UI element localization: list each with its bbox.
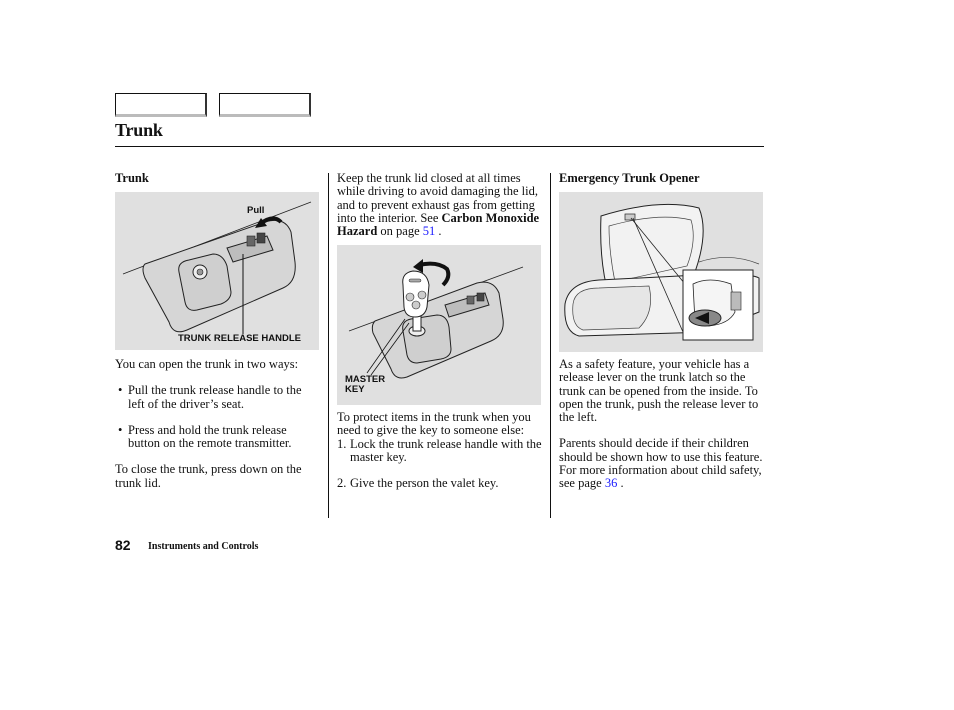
section-heading-trunk: Trunk [115, 171, 149, 185]
nav-button-next[interactable] [219, 93, 311, 117]
step-number: 2. [337, 476, 347, 491]
page-number: 82 [115, 537, 131, 553]
parents-text: Parents should decide if their children … [559, 436, 763, 464]
right-column-top: Emergency Trunk Opener [559, 171, 765, 185]
trunk-release-handle-figure: Pull TRUNK RELEASE HANDLE [115, 192, 319, 350]
protect-intro-text: To protect items in the trunk when you n… [337, 410, 531, 438]
emergency-trunk-opener-figure [559, 192, 763, 352]
page-title: Trunk [115, 120, 163, 140]
left-body: You can open the trunk in two ways: Pull… [115, 357, 320, 490]
master-key-label-line2: KEY [345, 384, 365, 395]
step-number: 1. [337, 436, 347, 451]
period: . [435, 224, 442, 239]
column-divider [550, 173, 551, 518]
section-name: Instruments and Controls [148, 541, 259, 552]
column-divider [328, 173, 329, 518]
trunk-handle-illustration [122, 201, 312, 334]
section-heading-emergency-trunk-opener: Emergency Trunk Opener [559, 171, 700, 185]
step-item: 1. Lock the trunk release handle with the… [337, 436, 543, 465]
closing-text: To close the trunk, press down on the tr… [115, 462, 302, 490]
emergency-opener-illustration [564, 203, 760, 341]
page-text: on page [377, 224, 423, 239]
child-safety-body: For more information about child safety,… [559, 463, 762, 491]
child-safety-text: For more information about child safety,… [559, 463, 765, 491]
title-divider [115, 146, 764, 147]
step-item: 2. Give the person the valet key. [337, 476, 543, 491]
safety-feature-text: As a safety feature, your vehicle has a … [559, 357, 759, 425]
nav-button-prev[interactable] [115, 93, 207, 117]
trunk-release-handle-label: TRUNK RELEASE HANDLE [178, 333, 301, 344]
pull-label: Pull [247, 205, 265, 216]
period: . [617, 476, 624, 491]
step-text: Give the person the valet key. [350, 476, 499, 491]
right-body: As a safety feature, your vehicle has a … [559, 357, 765, 491]
bullet-item: Press and hold the trunk release button … [115, 423, 320, 451]
middle-column-top: Keep the trunk lid closed at all times w… [337, 171, 543, 239]
page-link-51[interactable]: 51 [423, 224, 436, 238]
bullet-item: Pull the trunk release handle to the lef… [115, 384, 320, 411]
lid-warning-text: Keep the trunk lid closed at all times w… [337, 171, 543, 239]
left-column: Trunk [115, 171, 320, 185]
step-text: Lock the trunk release handle with the m… [350, 436, 542, 464]
page-link-36[interactable]: 36 [605, 476, 618, 490]
intro-text: You can open the trunk in two ways: [115, 357, 299, 371]
middle-body: To protect items in the trunk when you n… [337, 410, 543, 491]
master-key-figure: MASTER KEY [337, 245, 541, 405]
master-key-label: MASTER KEY [345, 375, 385, 395]
